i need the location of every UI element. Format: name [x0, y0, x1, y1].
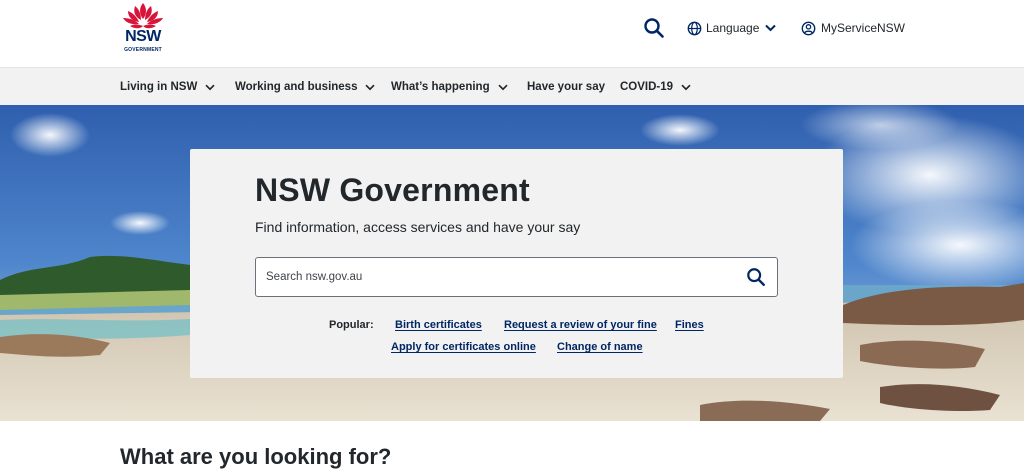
popular-link-fines[interactable]: Fines: [675, 319, 704, 331]
nav-item-label: What’s happening: [391, 81, 490, 93]
nav-item-covid-19[interactable]: COVID-19: [620, 68, 691, 106]
page-title: NSW Government: [255, 172, 530, 208]
site-header: NSW GOVERNMENT Language MyServiceNSW: [0, 0, 1024, 67]
main-navigation: Living in NSW Working and business What’…: [0, 67, 1024, 105]
nsw-government-logo[interactable]: NSW GOVERNMENT: [118, 2, 168, 56]
nav-item-label: COVID-19: [620, 81, 674, 93]
popular-label: Popular:: [329, 319, 374, 331]
nav-item-working-and-business[interactable]: Working and business: [235, 68, 376, 106]
header-search-button[interactable]: [643, 17, 665, 39]
nav-item-have-your-say[interactable]: Have your say: [527, 68, 605, 106]
user-circle-icon: [801, 21, 816, 35]
popular-link-change-of-name[interactable]: Change of name: [557, 341, 643, 353]
language-selector[interactable]: Language: [687, 17, 777, 39]
myservicensw-link[interactable]: MyServiceNSW: [801, 17, 905, 39]
search-icon: [747, 268, 765, 286]
chevron-down-icon: [365, 84, 376, 90]
chevron-down-icon: [681, 84, 691, 90]
hero-search-card: NSW Government Find information, access …: [190, 149, 843, 378]
section-heading: What are you looking for?: [120, 444, 392, 469]
popular-link-birth-certificates[interactable]: Birth certificates: [395, 319, 482, 331]
site-search: [255, 257, 778, 297]
nav-item-living-in-nsw[interactable]: Living in NSW: [120, 68, 215, 106]
page-subtitle: Find information, access services and ha…: [255, 219, 581, 235]
logo-subtext: GOVERNMENT: [124, 47, 162, 53]
nav-item-label: Working and business: [235, 81, 358, 93]
search-input[interactable]: [266, 258, 736, 296]
search-icon: [644, 18, 664, 38]
chevron-down-icon: [205, 84, 215, 90]
nav-item-whats-happening[interactable]: What’s happening: [391, 68, 508, 106]
hero-banner: NSW Government Find information, access …: [0, 105, 1024, 421]
popular-link-request-review-fine[interactable]: Request a review of your fine: [504, 319, 657, 331]
nav-item-label: Have your say: [527, 81, 605, 93]
search-submit-button[interactable]: [745, 266, 767, 288]
logo-wordmark: NSW: [125, 28, 161, 45]
chevron-down-icon: [765, 24, 777, 32]
language-label: Language: [706, 21, 760, 35]
chevron-down-icon: [498, 84, 508, 90]
globe-icon: [687, 21, 702, 35]
nav-item-label: Living in NSW: [120, 81, 198, 93]
popular-link-apply-certificates-online[interactable]: Apply for certificates online: [391, 341, 536, 353]
myservicensw-label: MyServiceNSW: [821, 21, 906, 35]
